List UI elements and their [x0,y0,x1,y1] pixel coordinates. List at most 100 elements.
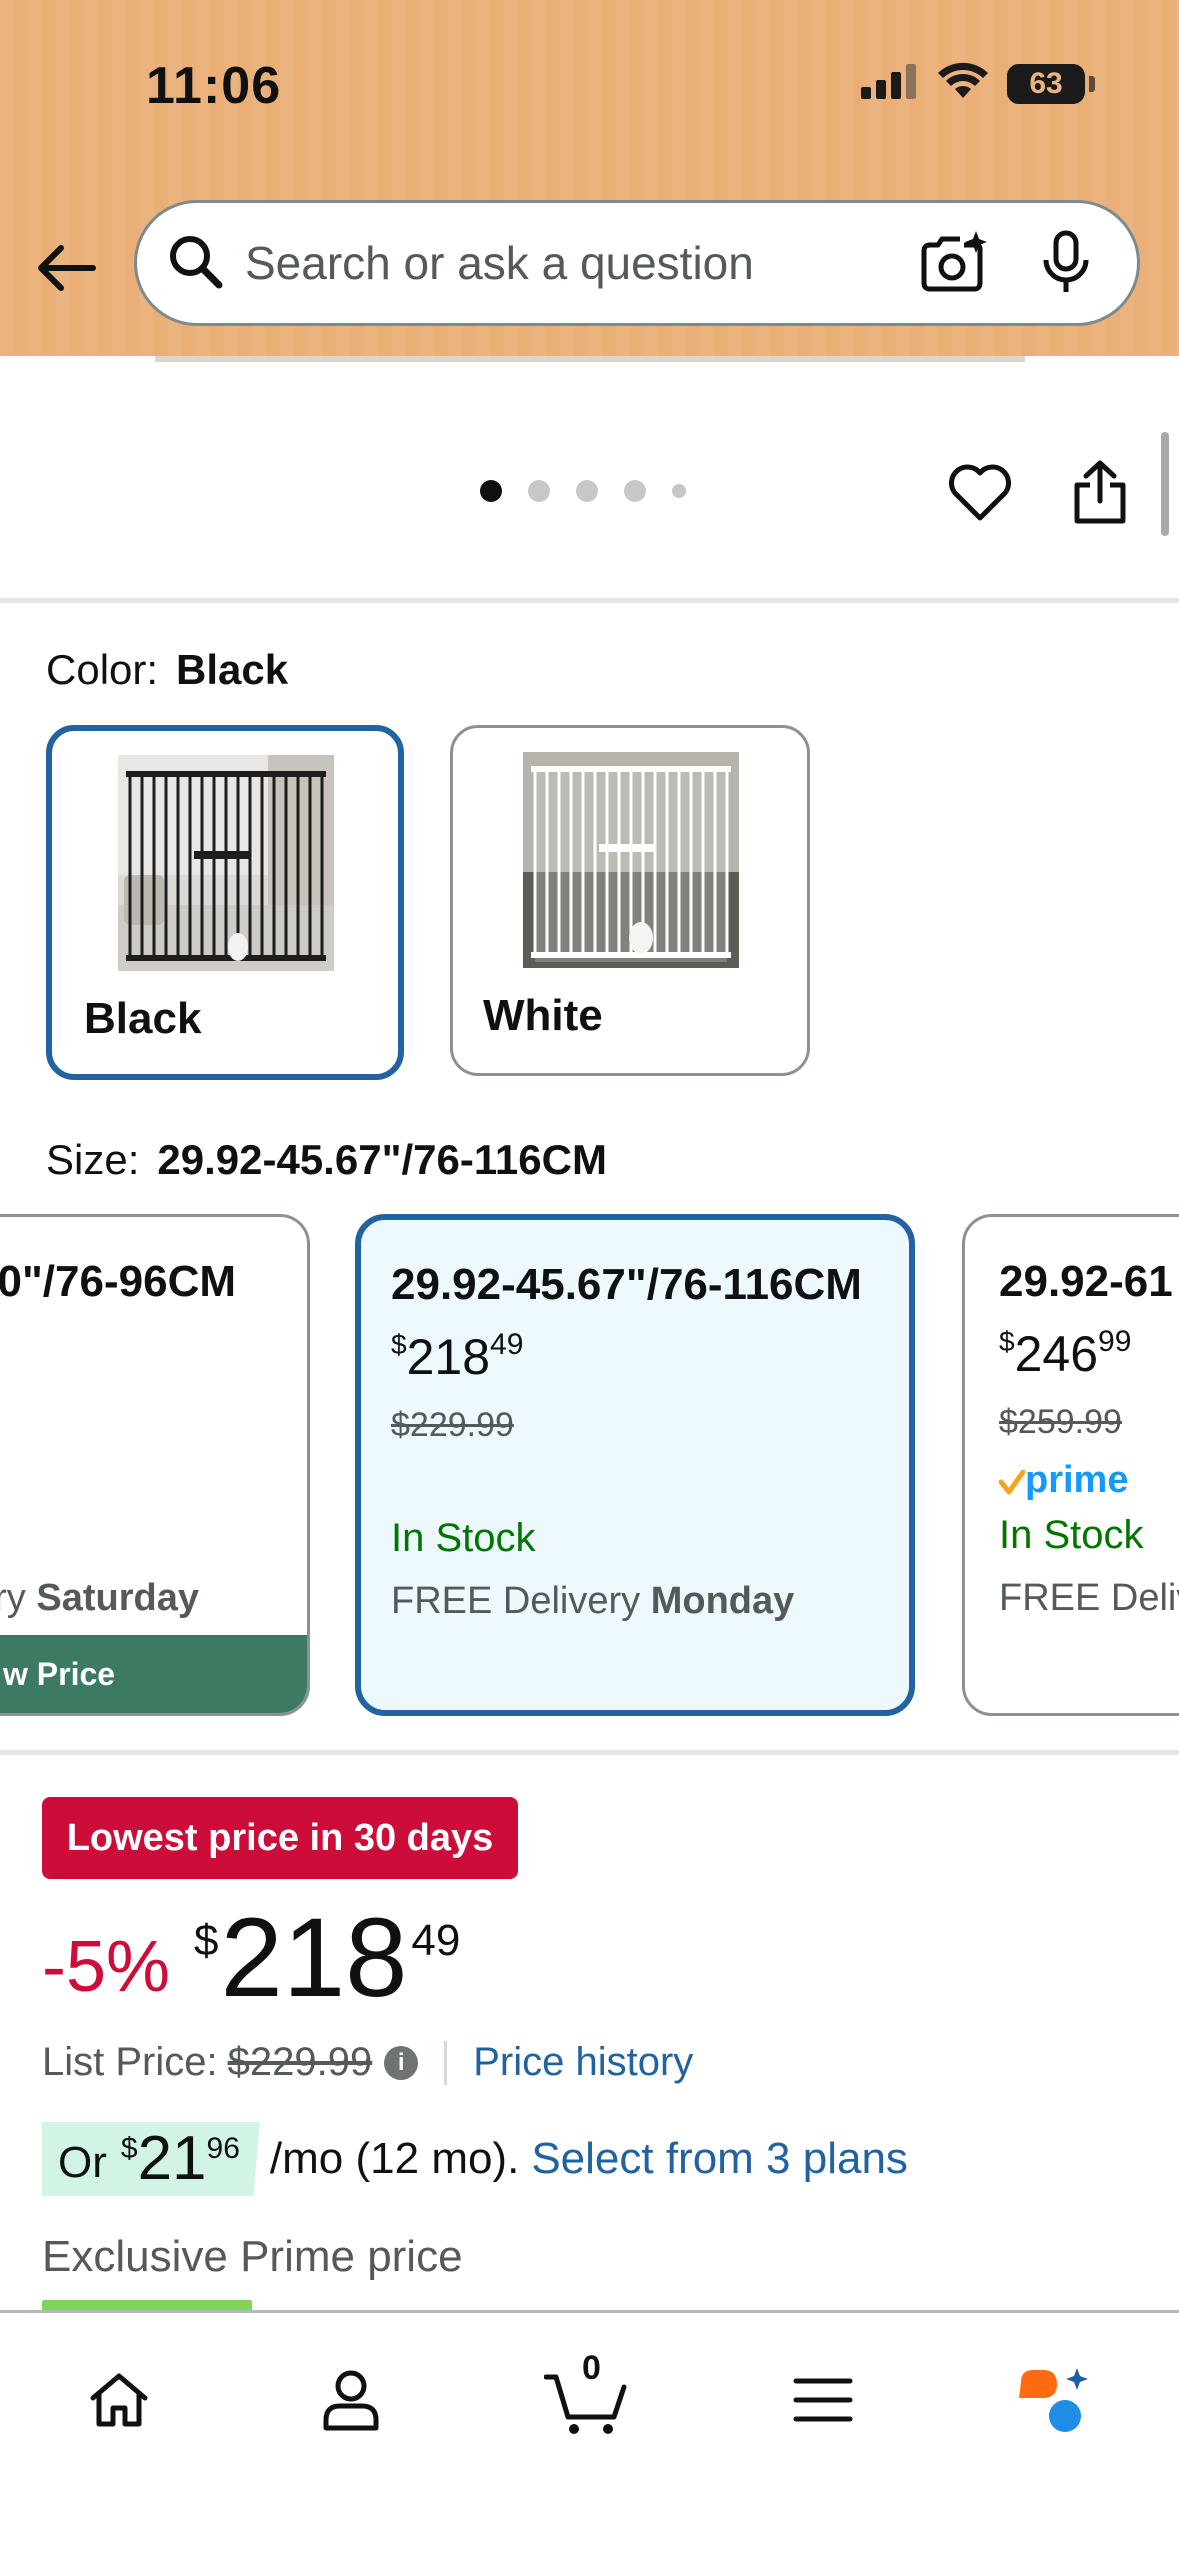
carousel-dots[interactable] [480,480,686,502]
size-selected-value: 29.92-45.67"/76-116CM [157,1136,607,1183]
size-option-card-selected[interactable]: 29.92-45.67"/76-116CM $21849 $229.99 In … [355,1214,915,1716]
tab-account[interactable] [306,2355,396,2445]
color-label: Color: Black [46,646,288,694]
app-header: 11:06 63 Search or ask a question [0,0,1179,356]
discount-percent: -5% [42,1927,171,2007]
price-cents: 49 [490,1328,524,1361]
product-image-edge [155,356,1025,362]
info-icon[interactable]: i [384,2045,419,2080]
delivery-prefix: ery [0,1577,26,1619]
search-input[interactable]: Search or ask a question [245,236,877,290]
price-whole: 218 [406,1329,491,1385]
size-option-badge: w Price [0,1635,307,1713]
wifi-icon [937,62,989,105]
tab-menu[interactable] [778,2355,868,2445]
microphone-icon[interactable] [1031,228,1101,298]
size-option-delivery: FREE Deliv [999,1577,1179,1619]
status-time: 11:06 [146,57,282,115]
tab-cart[interactable]: 0 [542,2349,632,2445]
wishlist-button[interactable] [942,454,1018,530]
carousel-dot[interactable] [624,480,646,502]
color-selected-value: Black [176,646,289,693]
delivery-day: Saturday [36,1577,199,1619]
exclusive-prime-text: Exclusive Prime price [42,2232,463,2281]
price-symbol: $ [999,1326,1015,1357]
installment-row: Or $ 21 96 /mo (12 mo). Select from 3 pl… [42,2122,908,2196]
price-symbol: $ [391,1329,407,1360]
color-option-name: White [483,991,603,1040]
rufus-assistant-icon [1019,2368,1088,2432]
back-button[interactable] [30,232,102,304]
select-plans-link[interactable]: Select from 3 plans [531,2134,908,2184]
carousel-dot[interactable] [528,480,550,502]
delivery-day: Monday [650,1580,795,1622]
installment-highlight: Or $ 21 96 [42,2122,260,2196]
prime-badge: prime [998,1459,1129,1502]
size-option-title: 29.92-61 [999,1257,1173,1306]
installment-symbol: $ [120,2132,138,2165]
white-gate-thumbnail [523,752,739,968]
color-option-name: Black [84,994,202,1043]
tab-rufus[interactable] [1010,2355,1100,2445]
list-price-row: List Price: $229.99 i Price history [42,2040,693,2085]
size-option-list-price: $229.99 [391,1406,514,1444]
color-label-text: Color: [46,646,159,693]
size-option-title: 29.92-45.67"/76-116CM [391,1260,862,1309]
installment-whole: 21 [137,2124,207,2193]
battery-level: 63 [1029,66,1063,100]
color-option-black[interactable]: Black [46,725,404,1080]
price-symbol: $ [194,1916,219,1965]
installment-prefix: Or [58,2138,107,2187]
list-price-label: List Price: [42,2040,218,2084]
tab-home[interactable] [74,2355,164,2445]
size-option-stock: In Stock [999,1513,1144,1557]
delivery-prefix: FREE Delivery [391,1580,641,1622]
list-price-value: $229.99 [227,2040,373,2084]
search-icon [167,233,223,294]
carousel-dot[interactable] [480,480,502,502]
scrollbar[interactable] [1161,432,1169,536]
search-bar[interactable]: Search or ask a question [134,200,1140,326]
camera-lens-icon[interactable] [919,228,989,298]
size-option-card[interactable]: 29.92-61 $24699 $259.99 prime In Stock F… [962,1214,1179,1716]
size-option-list-price: $259.99 [999,1403,1122,1441]
size-option-title: 30"/76-96CM [0,1257,236,1306]
installment-cents: 96 [206,2132,240,2165]
cellular-signal-icon [861,63,919,104]
home-icon [90,2373,148,2427]
size-label-text: Size: [46,1136,140,1183]
price-row: -5% $ 218 49 [42,1902,460,2014]
size-option-price: $24699 [999,1325,1131,1383]
back-arrow-icon [38,245,96,291]
menu-icon [793,2378,853,2422]
size-option-delivery: FREE Delivery Monday [391,1580,794,1623]
carousel-dot[interactable] [576,480,598,502]
share-button[interactable] [1068,452,1132,532]
price-whole: 218 [220,1895,408,2020]
separator [444,2040,448,2085]
share-icon [1074,460,1126,524]
heart-icon [949,464,1011,521]
size-option-price: $21849 [391,1328,523,1386]
section-divider [0,1750,1179,1755]
badge-text: w Price [3,1655,116,1692]
section-divider [0,598,1179,603]
size-option-card[interactable]: 30"/76-96CM ery Saturday w Price [0,1214,310,1716]
price-history-link[interactable]: Price history [473,2040,693,2085]
price-cents: 99 [1098,1325,1132,1358]
installment-term: /mo (12 mo). [269,2134,520,2183]
deal-badge: Lowest price in 30 days [42,1797,518,1879]
carousel-dot[interactable] [672,484,686,498]
prime-label: prime [1025,1459,1129,1501]
battery-icon: 63 [1007,63,1085,104]
black-gate-thumbnail [118,755,334,971]
battery-tip-icon [1089,75,1095,92]
size-label: Size: 29.92-45.67"/76-116CM [46,1136,607,1184]
color-option-white[interactable]: White [450,725,810,1076]
price-whole: 246 [1014,1326,1099,1382]
price-cents: 49 [411,1916,461,1965]
cart-count: 0 [582,2349,601,2387]
size-option-stock: In Stock [391,1516,536,1560]
prime-check-icon [998,1469,1026,1495]
person-icon [323,2370,379,2431]
